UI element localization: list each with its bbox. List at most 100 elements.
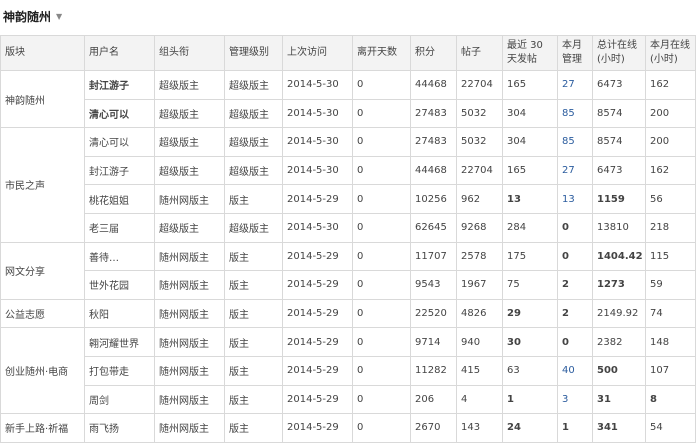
username-link[interactable]: 老三届 xyxy=(84,212,155,243)
days-away: 0 xyxy=(352,70,411,100)
section-name[interactable]: 创业随州·电商 xyxy=(0,327,85,415)
moderator-stats-table: 版块 用户名 组头衔 管理级别 上次访问 离开天数 积分 帖子 最近 30 天发帖… xyxy=(0,35,696,443)
month-manage: 1 xyxy=(557,413,593,443)
last-visit: 2014-5-29 xyxy=(282,270,353,300)
points: 2670 xyxy=(410,413,457,443)
total-online: 8574 xyxy=(592,127,646,157)
group-title: 随州网版主 xyxy=(154,327,225,357)
posts: 962 xyxy=(456,184,503,214)
points: 62645 xyxy=(410,212,457,243)
total-online: 13810 xyxy=(592,212,646,243)
group-title: 随州网版主 xyxy=(154,184,225,214)
group-title: 超级版主 xyxy=(154,155,225,186)
section-name[interactable]: 神韵随州 xyxy=(0,69,85,129)
total-online: 500 xyxy=(592,355,646,386)
header-posts: 帖子 xyxy=(456,35,503,71)
table-body: 神韵随州 封江游子 超级版主 超级版主 2014-5-30 0 44468 22704 165 2… xyxy=(0,69,696,443)
last-visit: 2014-5-29 xyxy=(282,413,353,443)
username-link[interactable]: 雨飞扬 xyxy=(84,413,155,443)
table-row: 老三届 超级版主 超级版主 2014-5-30 0 62645 9268 284 0 13810 2… xyxy=(1,212,696,243)
header-last-visit: 上次访问 xyxy=(282,35,353,71)
total-online: 6473 xyxy=(592,155,646,186)
section-name[interactable]: 市民之声 xyxy=(0,127,85,243)
group-title: 超级版主 xyxy=(154,70,225,100)
recent-30-posts: 13 xyxy=(502,184,558,214)
admin-level: 版主 xyxy=(224,184,283,214)
group-title: 随州网版主 xyxy=(154,241,225,272)
month-online: 162 xyxy=(645,155,696,186)
days-away: 0 xyxy=(352,413,411,443)
username-link[interactable]: 善待… xyxy=(84,241,155,272)
header-month-manage: 本月 管理 xyxy=(557,35,593,71)
month-manage[interactable]: 85 xyxy=(557,127,593,157)
month-online: 200 xyxy=(645,98,696,129)
recent-30-posts: 29 xyxy=(502,298,558,329)
posts: 2578 xyxy=(456,241,503,272)
table-row: 公益志愿 秋阳 随州网版主 版主 2014-5-29 0 22520 4826 29 2 2149.… xyxy=(0,298,696,329)
posts: 143 xyxy=(456,413,503,443)
month-manage[interactable]: 13 xyxy=(557,184,593,214)
section-name[interactable]: 公益志愿 xyxy=(0,298,85,329)
posts: 4826 xyxy=(456,298,503,329)
points: 27483 xyxy=(410,127,457,157)
group-title: 随州网版主 xyxy=(154,270,225,300)
username-link[interactable]: 世外花园 xyxy=(84,270,155,300)
username-link[interactable]: 清心可以 xyxy=(84,127,155,157)
recent-30-posts: 175 xyxy=(502,241,558,272)
days-away: 0 xyxy=(352,298,411,329)
chevron-down-icon[interactable]: ▼ xyxy=(56,12,62,21)
username-link[interactable]: 秋阳 xyxy=(84,298,155,329)
username-link[interactable]: 清心可以 xyxy=(84,98,155,129)
group-title: 随州网版主 xyxy=(154,355,225,386)
admin-level: 版主 xyxy=(224,413,283,443)
points: 22520 xyxy=(410,298,457,329)
table-row: 清心可以 超级版主 超级版主 2014-5-30 0 27483 5032 304 85 8574… xyxy=(1,98,696,129)
points: 44468 xyxy=(410,70,457,100)
group-title: 随州网版主 xyxy=(154,384,225,415)
table-row: 神韵随州 封江游子 超级版主 超级版主 2014-5-30 0 44468 22704 165 2… xyxy=(0,69,696,129)
admin-level: 超级版主 xyxy=(224,70,283,100)
username-link[interactable]: 封江游子 xyxy=(84,70,155,100)
username-link[interactable]: 打包带走 xyxy=(84,355,155,386)
group-title: 超级版主 xyxy=(154,98,225,129)
total-online: 1159 xyxy=(592,184,646,214)
username-link[interactable]: 翱河耀世界 xyxy=(84,327,155,357)
last-visit: 2014-5-30 xyxy=(282,155,353,186)
username-link[interactable]: 周剑 xyxy=(84,384,155,415)
table-row: 打包带走 随州网版主 版主 2014-5-29 0 11282 415 63 40 500 107 xyxy=(1,355,696,386)
last-visit: 2014-5-29 xyxy=(282,327,353,357)
month-manage[interactable]: 85 xyxy=(557,98,593,129)
month-manage[interactable]: 3 xyxy=(557,384,593,415)
section-name[interactable]: 新手上路·祈福 xyxy=(0,413,85,443)
recent-30-posts: 1 xyxy=(502,384,558,415)
section-name[interactable]: 网文分享 xyxy=(0,241,85,300)
days-away: 0 xyxy=(352,355,411,386)
page-header: 神韵随州 ▼ xyxy=(3,5,62,27)
last-visit: 2014-5-30 xyxy=(282,212,353,243)
month-online: 8 xyxy=(645,384,696,415)
month-manage: 2 xyxy=(557,298,593,329)
posts: 9268 xyxy=(456,212,503,243)
table-row: 市民之声 清心可以 超级版主 超级版主 2014-5-30 0 27483 5032 304 85… xyxy=(0,127,696,243)
total-online: 6473 xyxy=(592,70,646,100)
recent-30-posts: 304 xyxy=(502,98,558,129)
points: 11282 xyxy=(410,355,457,386)
points: 11707 xyxy=(410,241,457,272)
last-visit: 2014-5-29 xyxy=(282,184,353,214)
table-row: 创业随州·电商 翱河耀世界 随州网版主 版主 2014-5-29 0 9714 940 30 0 2… xyxy=(0,327,696,415)
month-manage[interactable]: 27 xyxy=(557,70,593,100)
posts: 5032 xyxy=(456,98,503,129)
recent-30-posts: 24 xyxy=(502,413,558,443)
username-link[interactable]: 桃花姐姐 xyxy=(84,184,155,214)
group-title: 超级版主 xyxy=(154,127,225,157)
month-manage[interactable]: 40 xyxy=(557,355,593,386)
username-link[interactable]: 封江游子 xyxy=(84,155,155,186)
days-away: 0 xyxy=(352,184,411,214)
admin-level: 版主 xyxy=(224,384,283,415)
month-online: 218 xyxy=(645,212,696,243)
month-online: 107 xyxy=(645,355,696,386)
month-manage: 0 xyxy=(557,241,593,272)
month-manage: 0 xyxy=(557,212,593,243)
month-manage[interactable]: 27 xyxy=(557,155,593,186)
posts: 415 xyxy=(456,355,503,386)
